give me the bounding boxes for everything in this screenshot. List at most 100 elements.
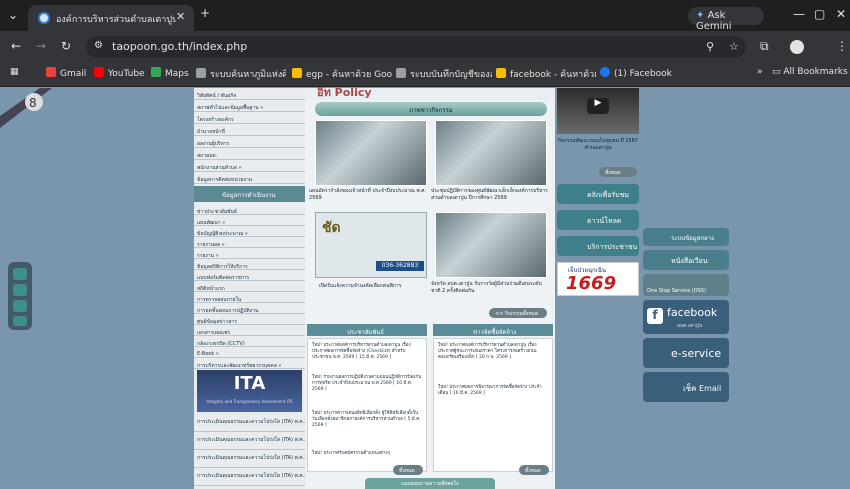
facebook-link[interactable]: f facebook อบต.เตาปูน (643, 300, 729, 334)
bookmark-youtube[interactable]: YouTube (94, 67, 145, 83)
bookmark-4[interactable]: egp - ค้นหาด้วย Goo... (292, 67, 392, 83)
procurement-item[interactable]: ใหม่! ประกาศองค์การบริหารส่วนตำบลเตาปูน … (438, 343, 548, 361)
menu-icon[interactable]: ⋮ (836, 39, 848, 53)
sidebar-item[interactable]: กล้องวงจรปิด (CCTV) (194, 336, 305, 347)
sidebar-item[interactable]: สภาอบต. (194, 148, 305, 160)
sidebar-item[interactable]: อำนาจหน้าที่ (194, 124, 305, 136)
sidebar-ita-item[interactable]: การประเมินคุณธรรมและความโปร่งใส (ITA) พ.… (194, 468, 305, 486)
procurement-item[interactable]: ใหม่! ประกาศผลการพิจารณาการจัดซื้อจัดจ้า… (438, 385, 548, 397)
bookmark-3[interactable]: ระบบค้นหาภูมิแห่งศิลป์ม (196, 67, 286, 83)
ita-banner[interactable]: ITA Integrity and Transparency Assessmen… (197, 370, 302, 412)
sidebar-ita-item[interactable]: การประเมินคุณธรรมและความโปร่งใส (ITA) พ.… (194, 450, 305, 468)
procurement-list: ใหม่! ประกาศองค์การบริหารส่วนตำบลเตาปูน … (433, 338, 553, 472)
emergency-1669-banner[interactable]: เจ็บป่วยฉุกเฉิน 1669 (557, 262, 639, 296)
bookmark-6[interactable]: facebook - ค้นหาด้วย... (496, 67, 596, 83)
news-image-1[interactable] (315, 120, 427, 186)
bookmark-5[interactable]: ระบบบันทึกบัญชีขององ... (396, 67, 492, 83)
contrast-icon[interactable] (13, 300, 27, 312)
sidebar-ita-item[interactable]: การประเมินคุณธรรมและความโปร่งใส (ITA) พ.… (194, 432, 305, 450)
sidebar-item[interactable]: ข้อมูลการติดต่อหน่วยงาน (194, 172, 305, 184)
apps-icon[interactable]: ▦ (10, 67, 19, 83)
sidebar-item[interactable]: การลดขั้นตอนการปฏิบัติงาน (194, 303, 305, 314)
check-email-link[interactable]: เช็ค Email (643, 372, 729, 402)
accessibility-icon[interactable] (13, 268, 27, 280)
poster-headline: ชัด (322, 220, 341, 236)
survey-bar[interactable]: แบบสอบถามความพึงพอใจ (365, 478, 495, 489)
right-button-1[interactable]: คลิกเพื่อรับชม (557, 184, 639, 204)
play-icon[interactable]: ▶ (587, 98, 609, 114)
minimize-icon[interactable]: — (793, 7, 805, 21)
sidebar-item[interactable]: พนักงานส่วนตำบล » (194, 160, 305, 172)
news-caption-2[interactable]: ประชุมปฏิบัติการของศูนย์พัฒนาเด็กเล็กองค… (431, 188, 551, 202)
video-caption: กิจกรรมพัฒนาถนนในชุมชน ปี 2567 ตำบลเตาปู… (558, 138, 638, 151)
bookmark-gmail[interactable]: Gmail (46, 67, 86, 83)
bookmark-star-icon[interactable]: ☆ (729, 40, 739, 53)
maximize-icon[interactable]: ▢ (814, 7, 825, 21)
toolbar: ← → ↻ ⚙ taopoon.go.th/index.php ⚲ ☆ ⧉ ⋮ (0, 31, 850, 63)
more-bookmarks-icon[interactable]: » (757, 67, 763, 83)
main-content: อิท Policy ภาพข่าวกิจกรรม แผนอัตรากำลังข… (305, 87, 555, 489)
announcements-more-button[interactable]: ทั้งหมด (393, 465, 423, 475)
sidebar-ita-item[interactable]: การประเมินคุณธรรมและความโปร่งใส (ITA) พ.… (194, 414, 305, 432)
procurement-more-button[interactable]: ทั้งหมด (519, 465, 549, 475)
browser-tab[interactable]: องค์การบริหารส่วนตำบลเตาปูน อำเภ ✕ (28, 5, 194, 31)
news-image-4[interactable] (435, 212, 547, 278)
announcement-item[interactable]: ใหม่! ประกาศรับสมัครงานตำแหน่งต่างๆ (312, 451, 422, 457)
reload-icon[interactable]: ↻ (61, 39, 71, 53)
ita-title: ITA (233, 373, 266, 394)
sidebar-item[interactable]: รายงาน » (194, 248, 305, 259)
news-caption-4[interactable]: จังหวัด อบต.เตาปูน รับรางวัลผู้มีส่วนร่ว… (431, 281, 551, 295)
video-more-button[interactable]: ทั้งหมด (599, 167, 637, 177)
address-bar[interactable]: ⚙ taopoon.go.th/index.php ⚲ ☆ (86, 36, 746, 58)
announcement-item[interactable]: ใหม่! ประกาศองค์การบริหารส่วนตำบลเตาปูน … (312, 343, 422, 361)
ask-gemini-button[interactable]: ✦ Ask Gemini (688, 7, 764, 32)
news-caption-1[interactable]: แผนอัตรากำลังของเจ้าหน้าที่ ประจำปีงบประ… (309, 188, 427, 202)
back-icon[interactable]: ← (11, 39, 21, 53)
all-activities-button[interactable]: << กิจกรรมทั้งหมด (489, 308, 547, 318)
bookmark-maps[interactable]: Maps (151, 67, 189, 83)
sidebar-item[interactable]: แบบฟอร์มติดต่อราชการ (194, 270, 305, 281)
notice-poster[interactable]: ชัด 036-362883 (315, 212, 427, 278)
tab-search-icon[interactable]: ⌄ (8, 8, 18, 22)
ribbon-decoration: 8 (0, 88, 52, 128)
e-service-link[interactable]: e-service (643, 338, 729, 368)
news-image-2[interactable] (435, 120, 547, 186)
sidebar-item[interactable]: การบริหารและพัฒนาทรัพยากรบุคคล » (194, 358, 305, 369)
news-caption-3[interactable]: เปิดรับแจ้งความจำนงคัดเลือกคนพิการ (319, 283, 427, 290)
site-info-icon[interactable]: ⚙ (94, 40, 103, 51)
right-button-3[interactable]: บริการประชาชน (557, 236, 639, 256)
far-link-3[interactable]: One Stop Service (OSS) (643, 274, 729, 296)
zoom-icon[interactable]: ⚲ (706, 40, 714, 53)
far-link-2[interactable]: หนังสือเวียน (643, 250, 729, 270)
sidebar-item[interactable]: แผนพัฒนา » (194, 215, 305, 226)
close-tab-icon[interactable]: ✕ (176, 10, 185, 23)
sidebar-item[interactable]: ศูนย์ข้อมูลข่าวสาร (194, 314, 305, 325)
sidebar-item[interactable]: สภาพทั่วไปและข้อมูลพื้นฐาน » (194, 100, 305, 112)
extensions-icon[interactable]: ⧉ (760, 39, 769, 54)
sidebar-item[interactable]: สถิติหน้าแรก (194, 281, 305, 292)
announcement-item[interactable]: ใหม่! รายงานผลการปฏิบัติงานตามแผนปฏิบัติ… (312, 375, 422, 393)
all-bookmarks[interactable]: ▭ All Bookmarks (772, 67, 848, 83)
right-button-2[interactable]: ดาวน์โหลด (557, 210, 639, 230)
new-tab-button[interactable]: + (200, 6, 210, 20)
profile-avatar[interactable] (790, 40, 804, 54)
sidebar-item[interactable]: วิสัยทัศน์ / พันธกิจ (194, 88, 305, 100)
sidebar-item[interactable]: ข้อบัญญัติงบประมาณ » (194, 226, 305, 237)
sidebar-item[interactable]: ข้อมูลสถิติการให้บริการ (194, 259, 305, 270)
announcement-item[interactable]: ใหม่! ประกาศการเสนอสิทธิเลือกตั้ง ผู้ใช้… (312, 411, 422, 429)
sidebar-item[interactable]: รายงานผล » (194, 237, 305, 248)
sidebar-item[interactable]: การตรวจสอบภายใน (194, 292, 305, 303)
sidebar-item[interactable]: ข่าวประชาสัมพันธ์ (194, 204, 305, 215)
font-size-icon[interactable] (13, 284, 27, 296)
sidebar-item[interactable]: E-Book » (194, 347, 305, 358)
sidebar-item[interactable]: ผลงานผู้บริหาร (194, 136, 305, 148)
bookmark-facebook[interactable]: (1) Facebook (600, 67, 672, 83)
close-window-icon[interactable]: ✕ (836, 7, 846, 21)
sidebar-item[interactable]: เอกสารเผยแพร่ (194, 325, 305, 336)
reset-icon[interactable] (13, 316, 27, 326)
facebook-icon (600, 67, 610, 77)
far-link-1[interactable]: ระบบข้อมูลกลาง (643, 228, 729, 246)
forward-icon[interactable]: → (36, 39, 46, 53)
sidebar-item[interactable]: โครงสร้างองค์กร (194, 112, 305, 124)
video-thumbnail[interactable]: ▶ (557, 88, 639, 134)
